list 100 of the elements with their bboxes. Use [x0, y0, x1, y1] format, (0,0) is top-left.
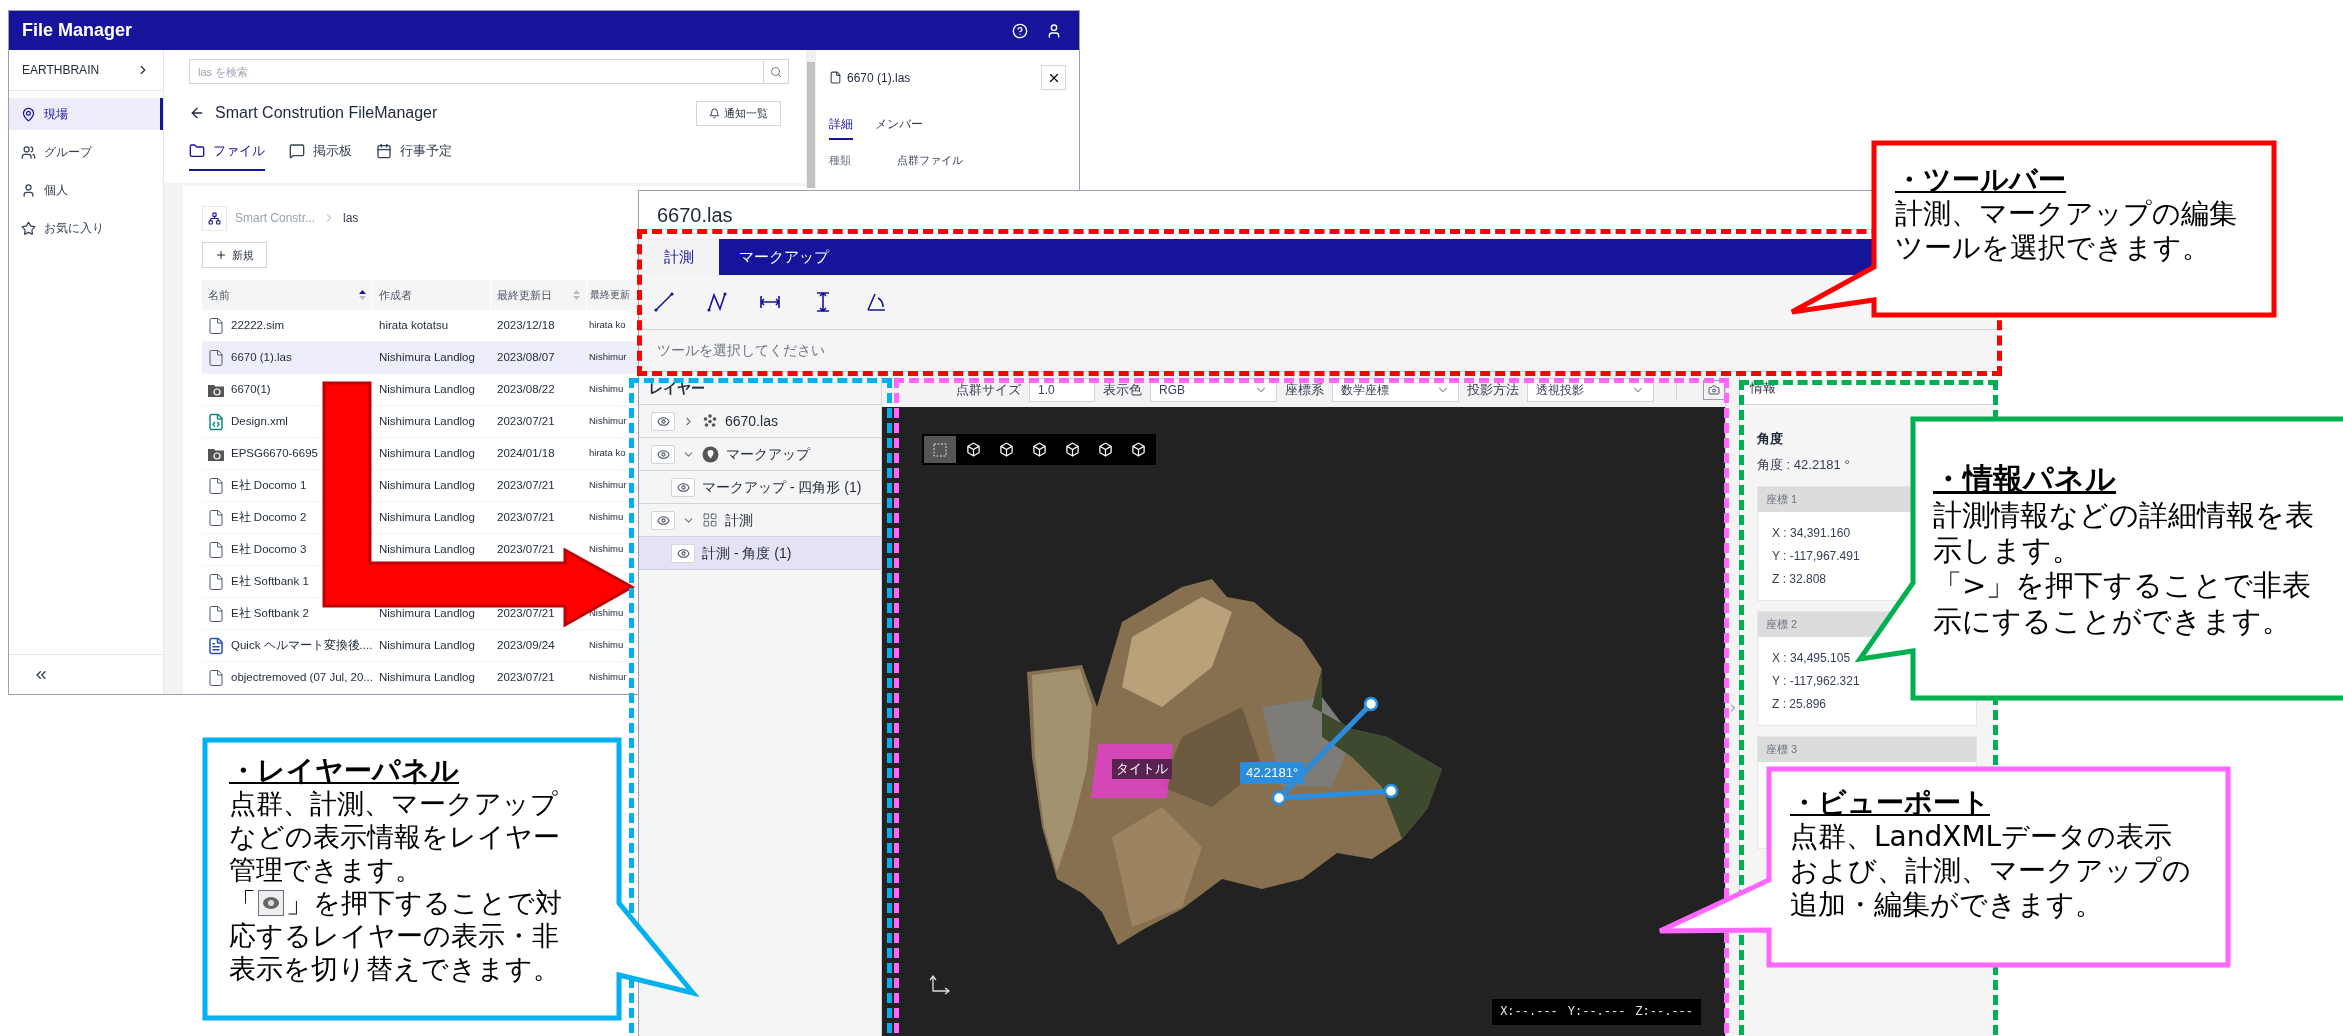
- callout-text: などの表示情報をレイヤー: [229, 820, 560, 854]
- table-cell-text: Nishimura Landlog: [379, 445, 475, 461]
- camera-icon: [1708, 383, 1721, 396]
- table-cell-text: 2023/09/24: [497, 637, 555, 653]
- screenshot-button[interactable]: [1703, 379, 1725, 400]
- notifications-button[interactable]: 通知一覧: [696, 100, 781, 126]
- callout-text: 」を押下することで対: [286, 886, 562, 920]
- table-cell-text: 2023/12/18: [497, 317, 555, 333]
- table-cell-text: Nishimura Landlog: [379, 669, 475, 685]
- control-label: 座標系: [1285, 380, 1325, 399]
- table-cell-text: E社 Docomo 1: [231, 477, 307, 493]
- tab[interactable]: 詳細: [829, 112, 853, 140]
- tab[interactable]: マークアップ: [719, 239, 849, 275]
- table-cell-text: Quick ヘルマート変換後....: [231, 637, 373, 653]
- markup-pin-icon: [702, 445, 719, 463]
- visibility-toggle[interactable]: [651, 510, 675, 530]
- table-cell-text: 2024/01/18: [497, 445, 555, 461]
- user-icon[interactable]: [1046, 22, 1062, 39]
- eye-icon: [656, 414, 670, 428]
- coordinate-line: X : 34,495.105: [1772, 650, 1851, 667]
- callout-text: 示します。: [1933, 532, 2081, 569]
- callout-text: 応するレイヤーの表示・非: [229, 919, 559, 953]
- callout-title: ・レイヤーパネル: [229, 753, 460, 788]
- table-cell-text: Nishimura Landlog: [379, 477, 475, 493]
- callout-text: 「: [229, 886, 256, 920]
- eye-button-icon: [258, 890, 284, 917]
- tab[interactable]: 行事予定: [376, 133, 452, 171]
- select-box-icon: [933, 442, 947, 457]
- xml-file-icon: [207, 412, 225, 431]
- column-header[interactable]: 作成者: [373, 280, 491, 310]
- layer-label: 計測 - 角度 (1): [702, 543, 792, 563]
- table-cell-text: Nishimura Landlog: [379, 413, 475, 429]
- tab[interactable]: メンバー: [875, 112, 923, 140]
- callout-text: 点群、LandXMLデータの表示: [1790, 820, 2173, 855]
- hint-text: ツールを選択してください: [657, 341, 825, 360]
- group-icon: [21, 144, 36, 160]
- scrollbar[interactable]: [806, 50, 816, 188]
- column-header[interactable]: 最終更新: [587, 280, 634, 310]
- table-cell-text: 6670 (1).las: [231, 349, 292, 365]
- table-cell-text: 2023/07/21: [497, 541, 555, 557]
- table-cell: Nishimur: [589, 478, 627, 493]
- table-cell-text: E社 Softbank 2: [231, 605, 309, 621]
- help-icon[interactable]: [1012, 22, 1028, 39]
- visibility-toggle[interactable]: [671, 543, 695, 563]
- line-tool-icon[interactable]: [652, 290, 676, 314]
- nav-label: 個人: [44, 182, 68, 199]
- plus-icon: [215, 249, 227, 261]
- tab[interactable]: 計測: [639, 239, 719, 275]
- callout-text: ツールを選択できます。: [1895, 231, 2210, 266]
- cube-icon: [1097, 442, 1113, 457]
- visibility-toggle[interactable]: [651, 444, 675, 464]
- page-title: Smart Constrution FileManager: [215, 103, 438, 123]
- table-cell-text: 2023/07/21: [497, 477, 555, 493]
- layer-label: 6670.las: [725, 411, 778, 431]
- document-icon: [207, 668, 225, 687]
- document-icon: [207, 572, 225, 591]
- hierarchy-icon[interactable]: [208, 211, 221, 225]
- visibility-toggle[interactable]: [651, 411, 675, 431]
- eye-icon: [676, 480, 690, 494]
- document-icon: [207, 604, 225, 623]
- callout-text: 「>」を押下することで非表: [1933, 568, 2312, 604]
- viewport-canvas[interactable]: タイトル 42.2181° X:--.--- Y:--.--- Z:--.---: [882, 407, 1725, 1036]
- close-button[interactable]: [1041, 65, 1066, 90]
- table-cell-text: 2023/08/22: [497, 381, 555, 397]
- callout-text: 管理できます。: [229, 853, 422, 887]
- layer-item[interactable]: 計測 - 角度 (1): [639, 537, 881, 570]
- column-header[interactable]: 名前: [202, 280, 373, 310]
- search-button[interactable]: [764, 59, 789, 84]
- nav-item[interactable]: 現場: [9, 98, 163, 130]
- tab[interactable]: 掲示板: [289, 133, 352, 171]
- visibility-toggle[interactable]: [671, 477, 695, 497]
- table-cell-text: 2023/07/21: [497, 605, 555, 621]
- card-title: 座標 1: [1766, 492, 1798, 508]
- table-cell-text: E社 Docomo 2: [231, 509, 307, 525]
- table-cell-text: E社 Docomo 3: [231, 541, 307, 557]
- callout-text: 計測情報などの詳細情報を表: [1933, 497, 2314, 533]
- axis-icon: [929, 974, 951, 995]
- control-label: 点群サイズ: [956, 380, 1021, 399]
- table-cell-text: Nishimura Landlog: [379, 349, 475, 365]
- column-header[interactable]: 最終更新日: [491, 280, 587, 310]
- tab[interactable]: ファイル: [189, 133, 265, 171]
- nav-item[interactable]: グループ: [9, 136, 163, 168]
- nav-item[interactable]: お気に入り: [9, 212, 163, 244]
- document-icon: [207, 508, 225, 527]
- polyline-tool-icon[interactable]: [705, 290, 729, 314]
- new-button[interactable]: 新規: [202, 242, 267, 268]
- callout-text: 計測、マークアップの編集: [1895, 197, 2237, 232]
- table-cell: Nishimur: [589, 350, 627, 365]
- table-cell-text: hirata kotatsu: [379, 317, 449, 333]
- nav-item[interactable]: 個人: [9, 174, 163, 206]
- bell-icon: [709, 107, 720, 119]
- coordinate-value: X:--.---: [1500, 1004, 1558, 1021]
- callout-text: 表示を切り替えできます。: [229, 952, 560, 986]
- selected-table-row[interactable]: 6670 (1).las Nishimura Landlog 2023/08/07 Nishimur: [202, 342, 637, 374]
- search-field[interactable]: las を検索: [189, 59, 764, 84]
- sort-icon[interactable]: [359, 290, 366, 300]
- callout-title: ・ツールバー: [1895, 162, 2067, 197]
- eye-icon: [656, 447, 670, 461]
- viewer-title: 6670.las: [657, 203, 733, 228]
- point-cloud-icon: [702, 413, 718, 429]
